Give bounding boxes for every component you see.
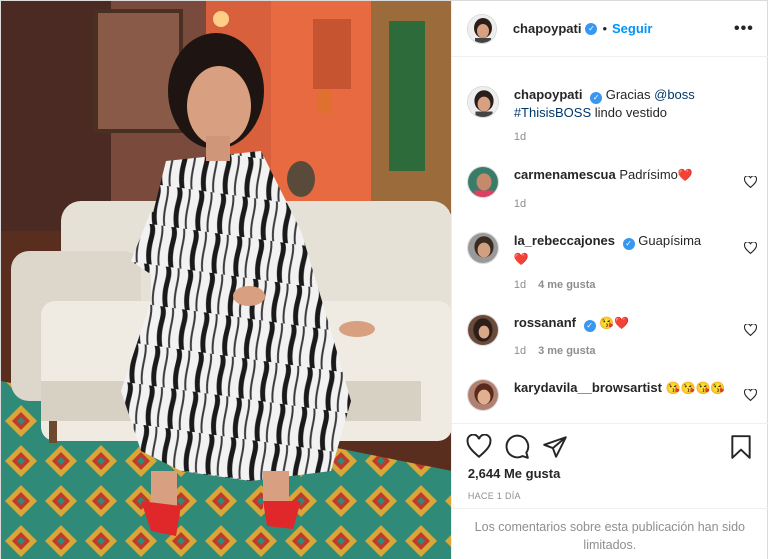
comment-emoji: 😘😘😘😘 xyxy=(665,381,726,395)
comment-meta: 1d 4 me gusta xyxy=(514,279,596,291)
comment-item: rossananf ✓ 😘❤️ 1d 3 me gusta xyxy=(466,314,757,364)
comment-text: karydavila__browsartist 😘😘😘😘 xyxy=(514,379,732,397)
caption-body: Gracias xyxy=(605,87,651,102)
speech-bubble-icon[interactable] xyxy=(504,434,530,460)
comment-item: carmenamescua Padrísimo❤️ 1d xyxy=(466,166,757,216)
comment-emoji: ❤️ xyxy=(513,252,529,266)
verified-badge-icon: ✓ xyxy=(583,320,596,332)
hashtag-link[interactable]: #ThisisBOSS xyxy=(514,105,591,120)
instagram-post: chapoypati ✓ • Seguir ••• chapoypati ✓ G… xyxy=(0,0,768,559)
comment-text: la_rebeccajones ✓ Guapísima ❤️ xyxy=(514,232,732,268)
caption-body-end: lindo vestido xyxy=(594,105,668,120)
commenter-avatar[interactable] xyxy=(466,166,499,198)
comment-likes[interactable]: 4 me gusta xyxy=(538,279,595,291)
comment-time[interactable]: 1d xyxy=(514,345,526,357)
post-sidebar: chapoypati ✓ • Seguir ••• chapoypati ✓ G… xyxy=(450,1,768,559)
caption-text: chapoypati ✓ Gracias @boss #ThisisBOSS l… xyxy=(514,86,732,122)
author-username[interactable]: chapoypati xyxy=(513,21,582,36)
like-comment-heart-icon[interactable] xyxy=(743,324,757,336)
caption: chapoypati ✓ Gracias @boss #ThisisBOSS l… xyxy=(466,86,757,150)
like-comment-heart-icon[interactable] xyxy=(743,242,757,254)
comments-list[interactable]: chapoypati ✓ Gracias @boss #ThisisBOSS l… xyxy=(452,58,768,423)
bookmark-icon[interactable] xyxy=(728,434,754,460)
heart-outline-icon[interactable] xyxy=(466,434,492,460)
comment-username[interactable]: rossananf xyxy=(514,315,576,330)
mention-link[interactable]: @boss xyxy=(654,87,695,102)
post-actions: 2,644 Me gusta HACE 1 DÍA Los comentario… xyxy=(451,423,768,559)
comment-meta: 1d 3 me gusta xyxy=(514,345,596,357)
comment-item: la_rebeccajones ✓ Guapísima ❤️ 1d 4 me gu… xyxy=(466,232,757,296)
likes-count[interactable]: 2,644 Me gusta xyxy=(468,466,561,481)
author-avatar[interactable] xyxy=(466,13,497,44)
more-options-icon[interactable]: ••• xyxy=(734,21,754,37)
post-header: chapoypati ✓ • Seguir ••• xyxy=(451,1,768,57)
follow-button[interactable]: Seguir xyxy=(612,21,652,36)
commenter-avatar[interactable] xyxy=(466,232,499,264)
like-comment-heart-icon[interactable] xyxy=(743,389,757,401)
comment-meta: 1d xyxy=(514,198,526,210)
comment-username[interactable]: karydavila__browsartist xyxy=(514,380,662,395)
comment-text: rossananf ✓ 😘❤️ xyxy=(514,314,732,332)
comment-body: Padrísimo xyxy=(619,167,678,182)
caption-username[interactable]: chapoypati xyxy=(514,87,583,102)
commenter-avatar[interactable] xyxy=(466,379,499,411)
comments-limited-notice: Los comentarios sobre esta publicación h… xyxy=(451,508,768,559)
comment-username[interactable]: carmenamescua xyxy=(514,167,616,182)
comment-username[interactable]: la_rebeccajones xyxy=(514,233,615,248)
verified-badge-icon: ✓ xyxy=(585,22,598,35)
comment-time[interactable]: 1d xyxy=(514,198,526,210)
comment-time[interactable]: 1d xyxy=(514,279,526,291)
comment-emoji: ❤️ xyxy=(677,168,693,182)
like-comment-heart-icon[interactable] xyxy=(743,176,757,188)
paper-plane-icon[interactable] xyxy=(542,434,568,460)
comment-likes[interactable]: 3 me gusta xyxy=(538,345,595,357)
separator-dot: • xyxy=(602,21,608,36)
photo-illustration xyxy=(1,1,451,559)
caption-time[interactable]: 1d xyxy=(514,131,526,143)
comment-item: karydavila__browsartist 😘😘😘😘 xyxy=(466,379,757,423)
post-photo[interactable] xyxy=(1,1,451,559)
verified-badge-icon: ✓ xyxy=(622,238,635,250)
author-avatar[interactable] xyxy=(466,86,499,118)
commenter-avatar[interactable] xyxy=(466,314,499,346)
comment-text: carmenamescua Padrísimo❤️ xyxy=(514,166,732,184)
post-timestamp[interactable]: HACE 1 DÍA xyxy=(468,491,521,501)
verified-badge-icon: ✓ xyxy=(590,92,603,104)
comment-emoji: 😘❤️ xyxy=(599,316,630,330)
comment-body: Guapísima xyxy=(638,233,702,248)
